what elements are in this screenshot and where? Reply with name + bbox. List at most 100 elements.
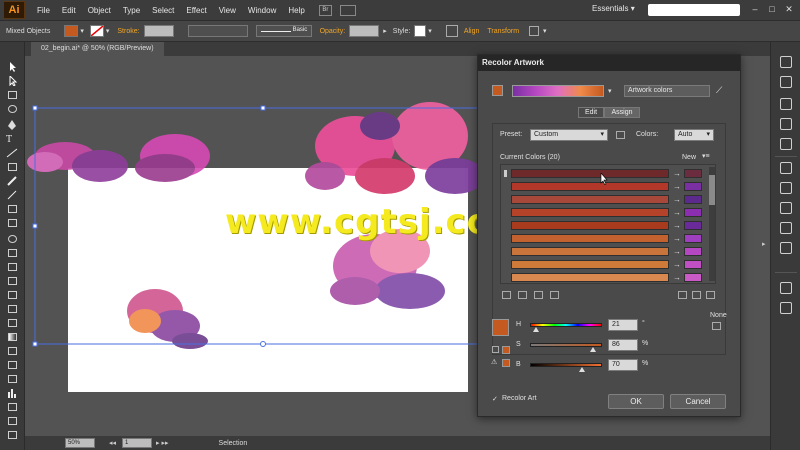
stroke-swatch[interactable]	[89, 25, 104, 37]
selection-tool-icon[interactable]	[6, 62, 19, 72]
rectangle-tool-icon[interactable]	[6, 162, 19, 172]
blob-brush-tool-icon[interactable]	[6, 204, 19, 214]
gamut-swatch[interactable]	[502, 346, 510, 354]
minimize-button[interactable]: –	[748, 4, 762, 15]
randomize-order-icon[interactable]	[678, 291, 687, 299]
saturation-slider-thumb[interactable]	[590, 347, 596, 352]
color-row[interactable]: →	[503, 232, 707, 245]
brightness-slider[interactable]	[530, 363, 602, 367]
new-color-swatch[interactable]	[684, 208, 702, 217]
perspective-grid-tool-icon[interactable]	[6, 304, 19, 314]
line-tool-icon[interactable]	[6, 148, 19, 158]
hue-slider-thumb[interactable]	[533, 327, 539, 332]
rotate-tool-icon[interactable]	[6, 234, 19, 244]
recolor-artwork-icon[interactable]	[445, 25, 458, 37]
zoom-field[interactable]: 50%	[65, 438, 95, 448]
slice-tool-icon[interactable]	[6, 416, 19, 426]
transform-link[interactable]: Transform	[487, 28, 519, 35]
list-scrollbar[interactable]	[709, 167, 715, 281]
brightness-slider-thumb[interactable]	[579, 367, 585, 372]
chevron-right-icon[interactable]: ▸	[383, 27, 387, 35]
saturation-field[interactable]: 86	[608, 339, 638, 351]
search-input[interactable]	[648, 4, 740, 16]
current-color-bar[interactable]	[511, 169, 669, 178]
new-color-swatch[interactable]	[684, 195, 702, 204]
color-row[interactable]: →	[503, 193, 707, 206]
type-tool-icon[interactable]: T	[6, 134, 19, 145]
blend-tool-icon[interactable]	[6, 360, 19, 370]
preset-select[interactable]: Custom ▾	[530, 129, 608, 141]
hue-field[interactable]: 21	[608, 319, 638, 331]
web-safe-swatch[interactable]	[502, 359, 510, 367]
next-artboard-icon[interactable]: ▸ ▸▸	[156, 439, 169, 447]
eraser-tool-icon[interactable]	[6, 218, 19, 228]
workspace-switcher[interactable]: Essentials ▾	[592, 4, 635, 13]
list-menu-icon[interactable]: ▾≡	[702, 152, 710, 160]
mesh-tool-icon[interactable]	[6, 318, 19, 328]
tab-assign[interactable]: Assign	[604, 107, 640, 118]
shape-builder-tool-icon[interactable]	[6, 290, 19, 300]
hue-slider[interactable]	[530, 323, 602, 327]
menu-edit[interactable]: Edit	[56, 6, 82, 15]
document-tab[interactable]: 02_begin.ai* @ 50% (RGB/Preview)	[31, 42, 164, 56]
appearance-panel-icon[interactable]	[780, 222, 792, 234]
color-row[interactable]: →	[503, 271, 707, 283]
chevron-down-icon[interactable]: ▾	[428, 27, 432, 35]
current-color-bar[interactable]	[511, 273, 669, 282]
menu-file[interactable]: File	[31, 6, 56, 15]
menu-select[interactable]: Select	[146, 6, 180, 15]
hand-tool-icon[interactable]	[6, 430, 19, 440]
column-graph-tool-icon[interactable]	[6, 388, 19, 398]
opacity-label[interactable]: Opacity:	[320, 28, 346, 35]
magic-wand-tool-icon[interactable]	[6, 90, 19, 100]
paintbrush-tool-icon[interactable]	[6, 176, 19, 186]
eyedropper-icon[interactable]: ⟋	[716, 85, 722, 96]
brushes-icon[interactable]	[780, 118, 792, 130]
arrow-right-icon[interactable]: →	[673, 180, 681, 193]
new-color-swatch[interactable]	[684, 169, 702, 178]
color-panel-icon[interactable]	[780, 56, 792, 68]
stroke-label[interactable]: Stroke:	[117, 28, 139, 35]
current-color-bar[interactable]	[511, 195, 669, 204]
selected-color-swatch[interactable]	[492, 319, 509, 336]
transparency-panel-icon[interactable]	[780, 202, 792, 214]
width-tool-icon[interactable]	[6, 262, 19, 272]
new-color-swatch[interactable]	[684, 234, 702, 243]
fill-swatch[interactable]	[64, 25, 79, 37]
cancel-button[interactable]: Cancel	[670, 394, 726, 409]
arrow-right-icon[interactable]: →	[673, 271, 681, 283]
new-color-swatch[interactable]	[684, 247, 702, 256]
arrow-right-icon[interactable]: →	[673, 232, 681, 245]
color-guide-icon[interactable]	[780, 76, 792, 88]
menu-window[interactable]: Window	[242, 6, 282, 15]
symbol-sprayer-tool-icon[interactable]	[6, 374, 19, 384]
arrange-documents-icon[interactable]	[339, 4, 356, 16]
ok-button[interactable]: OK	[608, 394, 664, 409]
current-color-bar[interactable]	[511, 247, 669, 256]
preset-options-icon[interactable]	[616, 131, 625, 139]
graphic-style-swatch[interactable]	[414, 25, 427, 37]
color-row[interactable]: →	[503, 206, 707, 219]
new-color-swatch[interactable]	[684, 260, 702, 269]
chevron-down-icon[interactable]: ▾	[543, 27, 547, 35]
lasso-tool-icon[interactable]	[6, 104, 19, 114]
scale-tool-icon[interactable]	[6, 248, 19, 258]
current-color-bar[interactable]	[511, 260, 669, 269]
merge-colors-icon[interactable]	[502, 291, 511, 299]
gradient-panel-icon[interactable]	[780, 182, 792, 194]
artboard-field[interactable]: 1	[122, 438, 153, 448]
color-row[interactable]: →	[503, 245, 707, 258]
current-color-bar[interactable]	[511, 182, 669, 191]
opacity-field[interactable]	[349, 25, 380, 37]
new-color-swatch[interactable]	[684, 273, 702, 282]
find-color-icon[interactable]	[706, 291, 715, 299]
color-row[interactable]: →	[503, 258, 707, 271]
free-transform-tool-icon[interactable]	[6, 276, 19, 286]
recolor-art-checkbox[interactable]: ✓	[492, 395, 498, 403]
chevron-down-icon[interactable]: ▾	[80, 27, 84, 35]
current-color-bar[interactable]	[511, 208, 669, 217]
swatches-icon[interactable]	[780, 98, 792, 110]
harmony-colors-bar[interactable]	[512, 85, 604, 97]
bridge-button[interactable]: Br	[318, 4, 332, 16]
out-of-gamut-icon[interactable]	[492, 346, 499, 353]
